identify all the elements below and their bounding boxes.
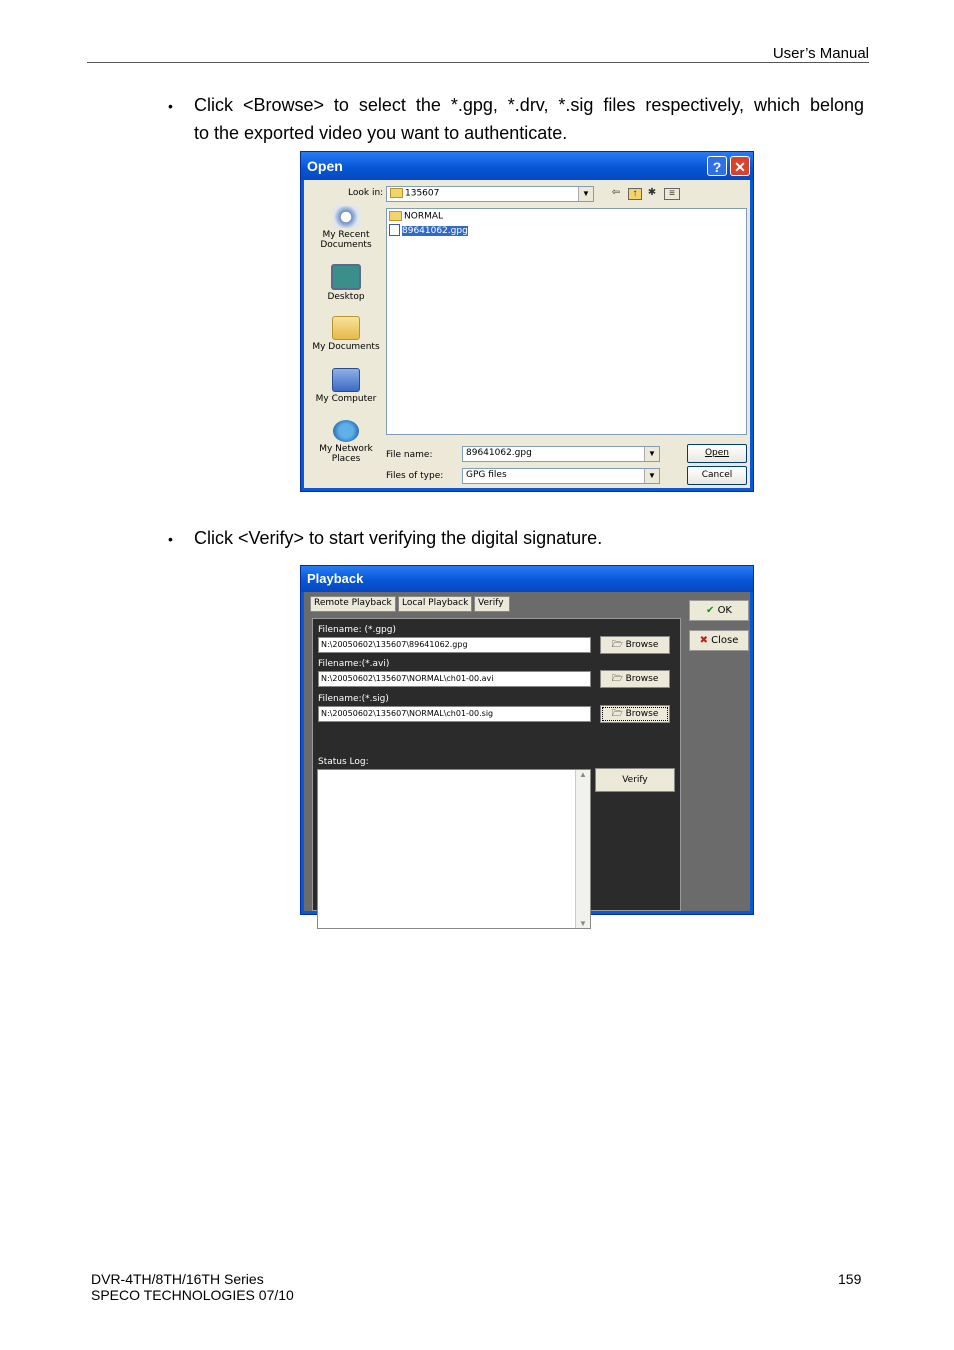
- playback-title-bar: Playback: [301, 566, 753, 592]
- sig-path-input[interactable]: N:\20050602\135607\NORMAL\ch01-00.sig: [318, 706, 591, 722]
- list-item[interactable]: NORMAL: [389, 211, 443, 222]
- chevron-down-icon[interactable]: ▼: [644, 447, 659, 461]
- open-dialog-body: Look in: 135607 ▼ ⇦ ↑ ✱ ≡ My Recent Docu…: [304, 180, 750, 488]
- help-button[interactable]: ?: [707, 156, 727, 176]
- page-header: User’s Manual: [772, 45, 869, 62]
- look-in-label: Look in:: [348, 188, 384, 198]
- file-type-dropdown[interactable]: GPG files ▼: [462, 468, 660, 484]
- place-label: My Documents: [312, 342, 380, 352]
- close-x-icon: ✖: [699, 635, 708, 646]
- tab-remote-playback[interactable]: Remote Playback: [310, 596, 396, 612]
- scrollbar[interactable]: ▲ ▼: [575, 770, 590, 928]
- view-menu-icon[interactable]: ≡: [664, 188, 680, 200]
- footer-series: DVR-4TH/8TH/16TH Series: [91, 1271, 264, 1287]
- bullet-1-line-1: Click <Browse> to select the *.gpg, *.dr…: [194, 95, 864, 115]
- file-name-field[interactable]: 89641062.gpg ▼: [462, 446, 660, 462]
- scroll-down-icon[interactable]: ▼: [576, 919, 590, 928]
- place-network[interactable]: My Network Places: [307, 420, 385, 464]
- file-icon: [389, 224, 400, 236]
- file-name-label: File name:: [386, 450, 433, 460]
- folder-icon: [389, 211, 402, 221]
- file-name: NORMAL: [404, 211, 444, 222]
- gpg-path-input[interactable]: N:\20050602\135607\89641062.gpg: [318, 637, 591, 653]
- look-in-value: 135607: [405, 188, 440, 199]
- bullet-dot: •: [168, 98, 173, 114]
- gpg-label: Filename: (*.gpg): [318, 625, 396, 635]
- file-list[interactable]: NORMAL 89641062.gpg: [386, 208, 747, 435]
- cancel-button[interactable]: Cancel: [687, 466, 747, 485]
- desktop-icon: [331, 264, 361, 290]
- my-documents-icon: [332, 316, 360, 340]
- place-label: Desktop: [327, 292, 365, 302]
- bullet-2-line-1: Click <Verify> to start verifying the di…: [194, 528, 603, 548]
- back-icon[interactable]: ⇦: [610, 188, 622, 198]
- my-computer-icon: [332, 368, 360, 392]
- playback-dialog: Playback Remote Playback Local Playback …: [300, 565, 754, 929]
- tab-local-playback[interactable]: Local Playback: [398, 596, 472, 612]
- page-number: 159: [838, 1271, 862, 1287]
- gpg-browse-button[interactable]: 🗁 Browse: [600, 636, 670, 654]
- open-button[interactable]: Open: [687, 444, 747, 463]
- close-label: Close: [711, 635, 739, 646]
- file-type-value: GPG files: [466, 470, 507, 480]
- avi-label: Filename:(*.avi): [318, 659, 390, 669]
- ok-button[interactable]: ✔ OK: [689, 600, 749, 621]
- browse-label: Browse: [625, 674, 659, 684]
- places-bar: My Recent Documents Desktop My Documents…: [307, 206, 385, 491]
- playback-title: Playback: [307, 571, 364, 586]
- place-label: My Network Places: [319, 444, 373, 464]
- folder-icon: [390, 188, 403, 198]
- close-dialog-button[interactable]: ✖ Close: [689, 630, 749, 651]
- open-dialog-title-bar: Open ? ✕: [301, 152, 753, 180]
- status-log-label: Status Log:: [318, 757, 369, 767]
- verify-button[interactable]: Verify: [595, 768, 675, 792]
- place-label: My Computer: [315, 394, 377, 404]
- status-log[interactable]: ▲ ▼: [317, 769, 591, 929]
- file-name-value: 89641062.gpg: [466, 448, 532, 458]
- bullet-dot: •: [168, 531, 173, 547]
- list-item[interactable]: 89641062.gpg: [389, 224, 468, 236]
- bullet-1-line-2: to the exported video you want to authen…: [194, 123, 568, 143]
- open-dialog: Open ? ✕ Look in: 135607 ▼ ⇦ ↑ ✱ ≡ My Re…: [300, 151, 754, 492]
- chevron-down-icon[interactable]: ▼: [578, 187, 593, 201]
- place-recent[interactable]: My Recent Documents: [307, 206, 385, 250]
- up-folder-icon[interactable]: ↑: [628, 188, 642, 200]
- sig-label: Filename:(*.sig): [318, 694, 389, 704]
- footer-company: SPECO TECHNOLOGIES 07/10: [91, 1287, 294, 1303]
- place-my-documents[interactable]: My Documents: [307, 316, 385, 352]
- place-label: My Recent Documents: [320, 230, 372, 250]
- open-dialog-title: Open: [307, 158, 343, 174]
- place-my-computer[interactable]: My Computer: [307, 368, 385, 404]
- new-folder-icon[interactable]: ✱: [646, 188, 658, 198]
- ok-label: OK: [717, 605, 732, 616]
- tab-verify[interactable]: Verify: [474, 596, 510, 612]
- chevron-down-icon[interactable]: ▼: [644, 469, 659, 483]
- network-places-icon: [333, 420, 359, 442]
- recent-documents-icon: [333, 206, 359, 228]
- folder-open-icon: 🗁: [611, 640, 623, 650]
- avi-path-input[interactable]: N:\20050602\135607\NORMAL\ch01-00.avi: [318, 671, 591, 687]
- browse-label: Browse: [625, 709, 659, 719]
- file-name: 89641062.gpg: [402, 225, 468, 236]
- check-icon: ✔: [705, 605, 715, 616]
- look-in-dropdown[interactable]: 135607 ▼: [386, 186, 594, 202]
- file-type-label: Files of type:: [386, 471, 444, 481]
- browse-label: Browse: [625, 640, 659, 650]
- sig-browse-button[interactable]: 🗁 Browse: [600, 705, 670, 723]
- folder-open-icon: 🗁: [611, 709, 623, 719]
- scroll-up-icon[interactable]: ▲: [576, 770, 590, 779]
- avi-browse-button[interactable]: 🗁 Browse: [600, 670, 670, 688]
- header-rule: [87, 62, 869, 63]
- playback-body: Remote Playback Local Playback Verify Fi…: [304, 592, 750, 929]
- place-desktop[interactable]: Desktop: [307, 264, 385, 302]
- close-button[interactable]: ✕: [730, 156, 750, 176]
- verify-panel: Filename: (*.gpg) N:\20050602\135607\896…: [312, 618, 681, 929]
- folder-open-icon: 🗁: [611, 674, 623, 684]
